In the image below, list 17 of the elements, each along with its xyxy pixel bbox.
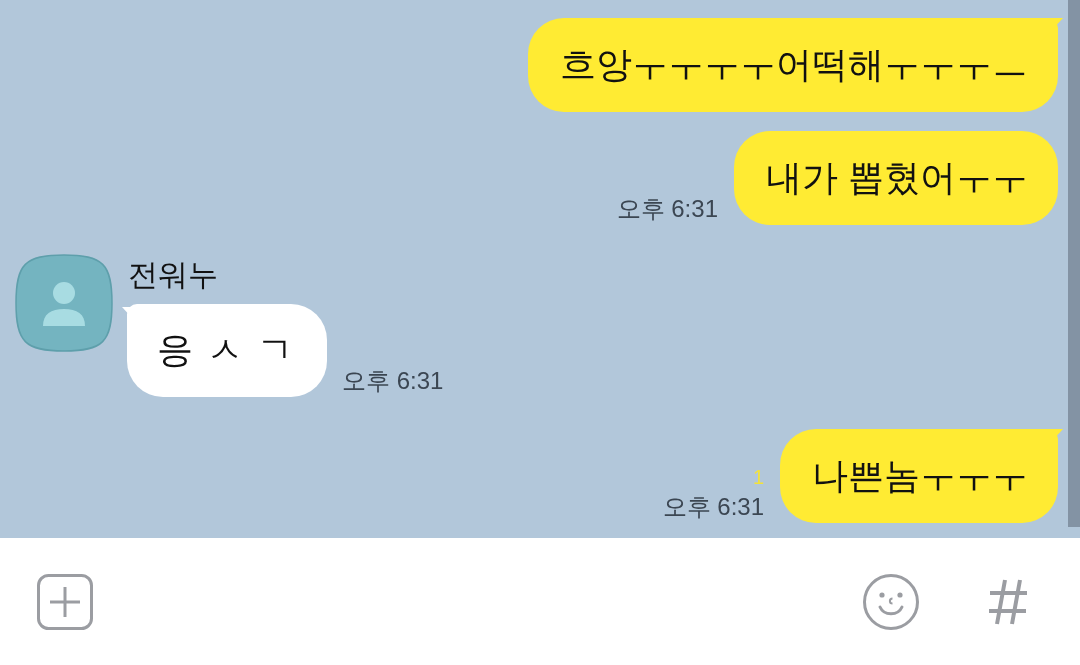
plus-square-icon — [37, 573, 93, 630]
sender-name: 전워누 — [128, 257, 218, 293]
person-silhouette-icon[interactable] — [15, 254, 113, 352]
message-bubble: 나쁜놈ㅜㅜㅜ — [780, 429, 1063, 523]
emoticon-button[interactable] — [863, 573, 919, 630]
message-bubble: 흐앙ㅜㅜㅜㅜ어떡해ㅜㅜㅜㅡ — [528, 18, 1063, 112]
unread-count: 1 — [752, 466, 764, 488]
smiley-icon — [863, 573, 919, 630]
add-button[interactable] — [37, 573, 93, 630]
message-time: 오후 6:31 — [616, 194, 718, 224]
message-bubble: 내가 뽑혔어ㅜㅜ — [734, 131, 1058, 225]
hashtag-button[interactable] — [988, 578, 1028, 625]
message-bubble: 응 ㅅ ㄱ — [122, 304, 327, 397]
hashtag-icon — [988, 578, 1028, 625]
message-time: 오후 6:31 — [662, 492, 764, 522]
message-time: 오후 6:31 — [342, 366, 444, 396]
scrollbar[interactable] — [1068, 0, 1080, 527]
